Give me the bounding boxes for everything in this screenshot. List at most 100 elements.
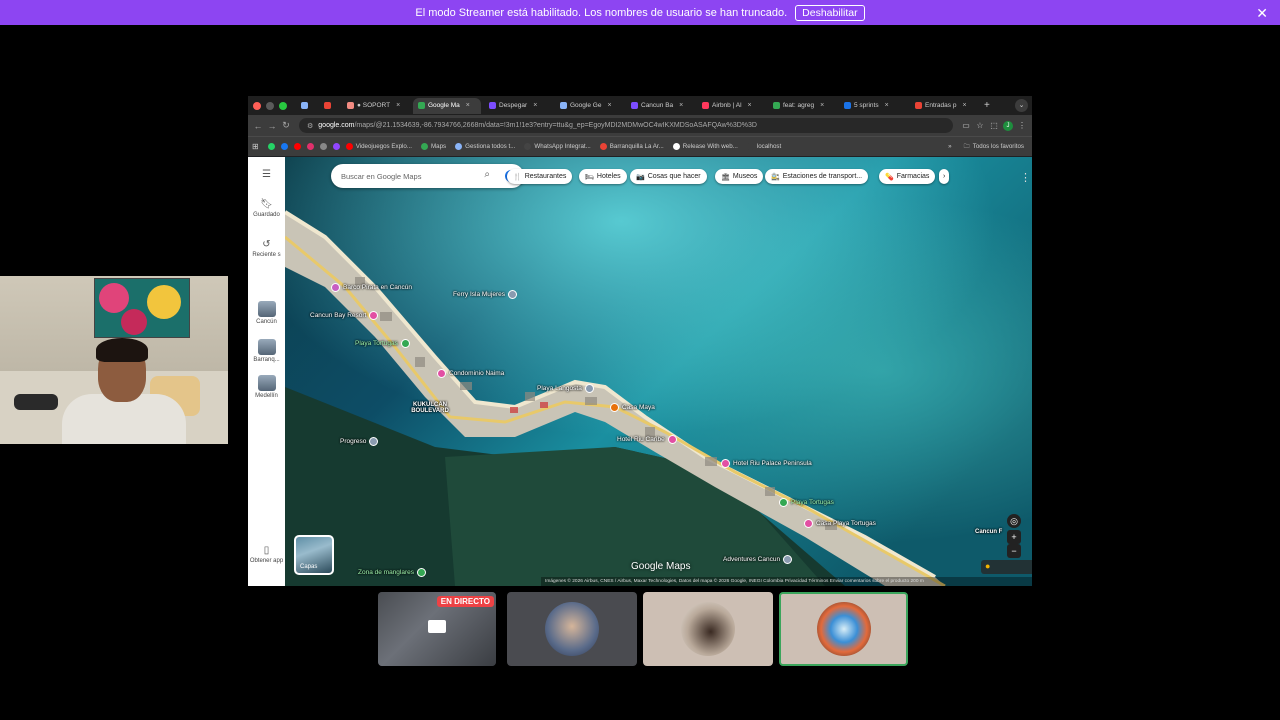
forward-icon[interactable]: → <box>265 121 279 131</box>
tab-search-button[interactable]: ⌄ <box>1015 99 1028 112</box>
layers-button[interactable]: Capas <box>294 535 334 575</box>
window-zoom-dot[interactable] <box>279 101 287 110</box>
zoom-out-button[interactable]: − <box>1007 544 1021 558</box>
browser-tab[interactable]: Google Ge × <box>555 98 623 114</box>
window-minimize-dot[interactable] <box>266 101 274 110</box>
category-chip[interactable]: 📷 Cosas que hacer <box>630 169 707 184</box>
browser-tab[interactable]: Google Ma × <box>413 97 481 114</box>
map-place-pin[interactable]: Progreso <box>340 437 379 446</box>
extensions-icon[interactable]: ⬚ <box>987 121 1001 130</box>
search-icon[interactable]: ⌕ <box>484 169 490 180</box>
browser-tab[interactable]: Airbnb | Al × <box>697 98 765 114</box>
sidebar-place-label: Cancún <box>256 319 277 325</box>
bookmark-star-icon[interactable]: ☆ <box>973 121 987 130</box>
bookmark-item[interactable]: Videojuegos Explo... <box>345 143 412 150</box>
monitor-icon <box>428 620 446 633</box>
tab-close-icon[interactable]: × <box>748 102 752 109</box>
category-chip[interactable]: 💊 Farmacias <box>879 169 936 184</box>
bookmark-item[interactable] <box>267 143 278 150</box>
browser-tab[interactable]: 5 sprints × <box>839 98 907 114</box>
bookmark-item[interactable] <box>280 143 291 150</box>
all-bookmarks-link[interactable]: Todos los favoritos <box>973 143 1024 150</box>
map-place-pin[interactable]: Casa Playa Tortugas <box>804 519 876 528</box>
browser-tab[interactable] <box>319 98 339 114</box>
tab-close-icon[interactable]: × <box>396 102 400 109</box>
bookmark-item[interactable] <box>332 143 343 150</box>
map-place-pin[interactable]: Barco Pirata en Cancún <box>331 283 412 292</box>
tab-close-icon[interactable]: × <box>466 102 470 109</box>
category-chip[interactable]: 🚉 Estaciones de transport... <box>765 169 869 184</box>
bookmark-item[interactable] <box>293 143 304 150</box>
menu-kebab-icon[interactable]: ⋮ <box>1015 121 1029 130</box>
category-chip[interactable]: 🍴 Restaurantes <box>507 169 573 184</box>
apps-grid-icon[interactable]: ⊞ <box>252 142 259 151</box>
bookmark-item[interactable]: Maps <box>421 143 446 150</box>
sidebar-place-cancun[interactable]: Cancún <box>248 301 285 325</box>
zoom-in-button[interactable]: + <box>1007 530 1021 544</box>
tab-close-icon[interactable]: × <box>820 102 824 109</box>
close-icon[interactable]: ✕ <box>1256 5 1268 22</box>
google-apps-icon[interactable]: ⋮⋮⋮ <box>1020 171 1032 184</box>
tab-close-icon[interactable]: × <box>885 102 889 109</box>
new-tab-button[interactable]: + <box>984 100 990 111</box>
participant-tile-4-speaking[interactable] <box>779 592 908 666</box>
pegman-icon[interactable]: ● <box>985 561 990 571</box>
bookmark-item[interactable]: Gestiona todos t... <box>455 143 515 150</box>
sidebar-place-barranquilla[interactable]: Barranq... <box>248 339 285 363</box>
sidebar-get-app[interactable]: ▯ Obtener app <box>248 545 285 564</box>
place-marker-icon <box>369 437 379 446</box>
search-input[interactable]: Buscar en Google Maps ⌕ ➤ <box>331 164 524 188</box>
map-place-pin[interactable]: Playa Tortugas <box>779 498 834 507</box>
browser-tab[interactable]: ● SOPORT × <box>342 98 410 114</box>
tab-close-icon[interactable]: × <box>607 102 611 109</box>
sidebar-place-medellin[interactable]: Medellín <box>248 375 285 399</box>
profile-icon[interactable]: J <box>1001 120 1015 131</box>
site-info-icon[interactable]: ⚙ <box>307 122 313 130</box>
map-place-pin[interactable]: Hotel Riu Palace Peninsula <box>721 459 812 468</box>
chips-next-button[interactable]: › <box>939 169 950 184</box>
participant-tile-2[interactable] <box>507 592 637 666</box>
map-place-pin[interactable]: Playa Langosta <box>537 384 594 393</box>
browser-tab[interactable] <box>296 98 316 114</box>
participant-tile-screen-share[interactable]: EN DIRECTO <box>378 592 496 666</box>
map-place-pin[interactable]: Adventures Cancun <box>723 555 793 564</box>
satellite-map[interactable]: Buscar en Google Maps ⌕ ➤ 🍴Restaurantes 🛏… <box>285 157 1032 586</box>
map-place-pin[interactable]: Playa Tortugas <box>355 339 410 348</box>
browser-tab[interactable]: Despegar × <box>484 98 552 114</box>
tab-close-icon[interactable]: × <box>533 102 537 109</box>
bookmark-item[interactable]: WhatsApp Integrat... <box>524 143 591 150</box>
map-place-pin[interactable]: Zona de manglares <box>358 568 427 577</box>
disable-streamer-button[interactable]: Deshabilitar <box>795 4 865 21</box>
browser-tab[interactable]: Entradas p × <box>910 98 978 114</box>
tab-close-icon[interactable]: × <box>679 102 683 109</box>
menu-hamburger-icon[interactable]: ☰ <box>248 169 285 182</box>
place-marker-icon <box>804 519 813 528</box>
bookmark-item[interactable]: Barranquilla La Ar... <box>599 143 664 150</box>
cast-icon[interactable]: ▭ <box>959 121 973 130</box>
category-chip[interactable]: 🏛 Museos <box>715 169 764 184</box>
reload-icon[interactable]: ↻ <box>279 120 293 131</box>
browser-tab[interactable]: Cancun Ba × <box>626 98 694 114</box>
url-field[interactable]: ⚙ google.com/maps/@21.1534639,-86.793476… <box>299 118 953 133</box>
window-close-dot[interactable] <box>253 101 261 110</box>
map-place-pin[interactable]: Condominio Naima <box>437 369 504 378</box>
my-location-icon[interactable]: ◎ <box>1007 514 1021 528</box>
back-icon[interactable]: ← <box>251 121 265 131</box>
bookmarks-more-button[interactable]: » <box>948 143 951 150</box>
bookmark-item[interactable] <box>319 143 330 150</box>
map-place-pin[interactable]: Ferry Isla Mujeres <box>453 290 518 299</box>
participant-tile-3[interactable] <box>643 592 773 666</box>
map-place-pin[interactable]: KUKULCAN BOULEVARD <box>408 402 452 414</box>
category-chip[interactable]: 🛏 Hoteles <box>579 169 627 184</box>
map-place-pin[interactable]: Hotel Riu Caribe <box>617 435 677 444</box>
bookmark-item[interactable]: localhost <box>746 143 781 150</box>
bookmark-item[interactable] <box>306 143 317 150</box>
sidebar-item-saved[interactable]: 🔖︎ Guardado <box>248 199 285 218</box>
bookmark-item[interactable]: Release With web... <box>672 143 738 150</box>
street-view-strip[interactable]: ● ⌃ <box>981 560 1032 574</box>
map-place-pin[interactable]: Cancun Bay Resort <box>310 311 379 320</box>
browser-tab[interactable]: feat: agreg × <box>768 98 836 114</box>
tab-close-icon[interactable]: × <box>962 102 966 109</box>
sidebar-item-recents[interactable]: ↺ Reciente s <box>248 239 285 258</box>
map-place-pin[interactable]: Casa Maya <box>610 403 655 412</box>
